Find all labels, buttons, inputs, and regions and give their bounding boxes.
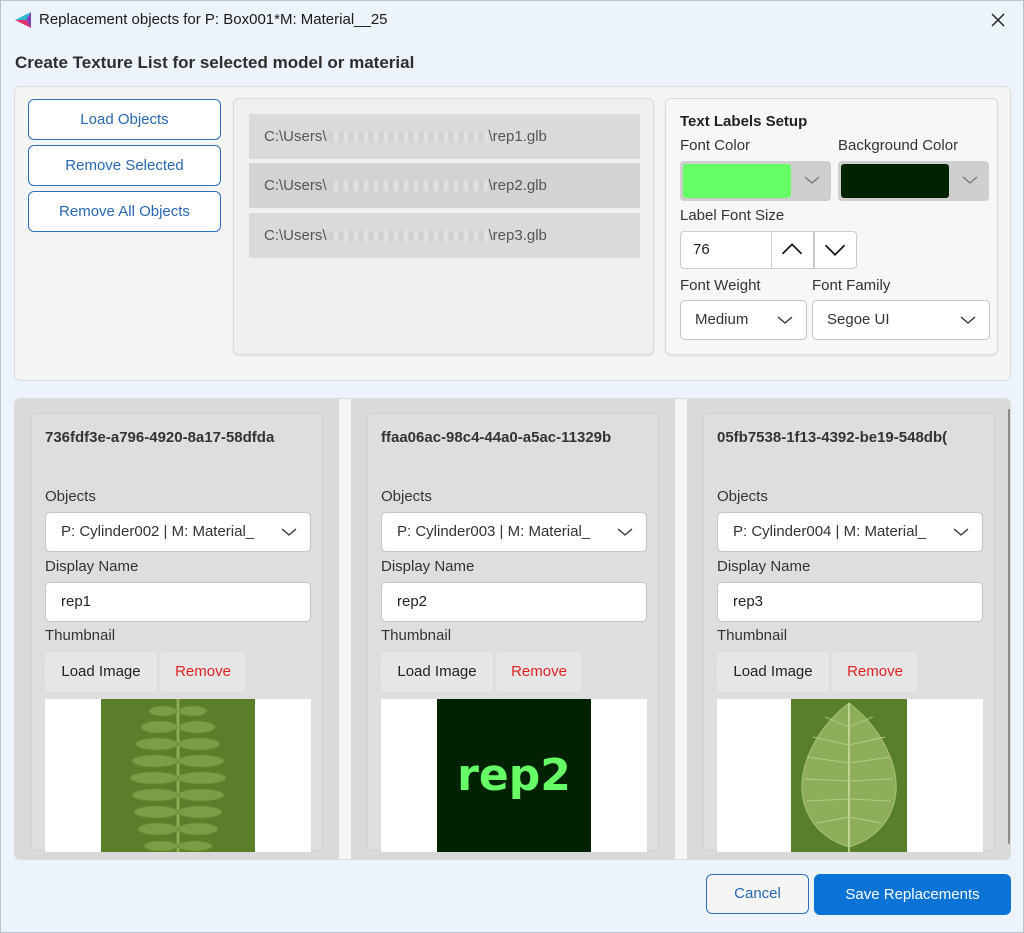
scrollbar[interactable] [1008, 409, 1010, 844]
display-name-label: Display Name [717, 558, 811, 575]
labels-setup-title: Text Labels Setup [680, 113, 808, 130]
window-title: Replacement objects for P: Box001*M: Mat… [39, 11, 388, 28]
background-color-picker[interactable] [838, 161, 989, 201]
background-color-swatch [841, 164, 949, 198]
file-item-rep3[interactable]: C:\Users\ \rep3.glb [249, 213, 640, 258]
chevron-down-icon [962, 176, 978, 184]
display-name-input[interactable]: rep2 [381, 582, 647, 622]
objects-label: Objects [45, 488, 96, 505]
card-column: ffaa06ac-98c4-44a0-a5ac-11329b Objects P… [351, 399, 675, 859]
file-path-prefix: C:\Users\ [264, 177, 327, 194]
display-name-label: Display Name [45, 558, 139, 575]
broad-leaf-image [791, 699, 907, 852]
file-list: C:\Users\ \rep1.glb C:\Users\ \rep2.glb C:… [233, 98, 654, 355]
remove-button[interactable]: Remove [832, 652, 918, 692]
objects-label: Objects [381, 488, 432, 505]
close-icon[interactable] [985, 7, 1011, 33]
thumbnail-label: Thumbnail [381, 627, 452, 644]
file-path-suffix: \rep3.glb [488, 227, 547, 244]
redacted-path [327, 181, 488, 192]
thumbnail-preview [717, 699, 983, 852]
thumbnail-label: Thumbnail [717, 627, 788, 644]
load-image-button[interactable]: Load Image [45, 652, 157, 692]
chevron-up-icon [781, 243, 803, 255]
remove-button[interactable]: Remove [496, 652, 582, 692]
file-path-suffix: \rep1.glb [488, 128, 547, 145]
font-weight-label: Font Weight [680, 277, 761, 294]
chevron-down-icon [777, 316, 793, 324]
card-column: 736fdf3e-a796-4920-8a17-58dfda Objects P… [15, 399, 339, 859]
file-path-prefix: C:\Users\ [264, 227, 327, 244]
display-name-input[interactable]: rep3 [717, 582, 983, 622]
objects-value: P: Cylinder002 | M: Material_ [61, 523, 255, 540]
replacement-cards-area[interactable]: 736fdf3e-a796-4920-8a17-58dfda Objects P… [14, 398, 1011, 860]
chevron-down-icon [617, 528, 633, 536]
display-name-label: Display Name [381, 558, 475, 575]
chevron-down-icon [804, 176, 820, 184]
file-item-rep2[interactable]: C:\Users\ \rep2.glb [249, 163, 640, 208]
font-family-label: Font Family [812, 277, 891, 294]
page-heading: Create Texture List for selected model o… [15, 53, 415, 72]
text-labels-setup-panel: Text Labels Setup Font Color Background … [665, 98, 998, 355]
card-id: ffaa06ac-98c4-44a0-a5ac-11329b [381, 429, 612, 446]
objects-label: Objects [717, 488, 768, 505]
thumbnail-label-text: rep2 [457, 750, 571, 801]
replacement-card: 736fdf3e-a796-4920-8a17-58dfda Objects P… [31, 413, 323, 852]
objects-select[interactable]: P: Cylinder003 | M: Material_ [381, 512, 647, 552]
chevron-down-icon [824, 244, 846, 256]
load-image-button[interactable]: Load Image [717, 652, 829, 692]
thumbnail-label: Thumbnail [45, 627, 116, 644]
label-font-size-label: Label Font Size [680, 207, 785, 224]
replacement-card: ffaa06ac-98c4-44a0-a5ac-11329b Objects P… [367, 413, 659, 852]
chevron-down-icon [960, 316, 976, 324]
objects-select[interactable]: P: Cylinder004 | M: Material_ [717, 512, 983, 552]
replacement-card: 05fb7538-1f13-4392-be19-548db( Objects P… [703, 413, 995, 852]
objects-value: P: Cylinder004 | M: Material_ [733, 523, 927, 540]
card-id: 736fdf3e-a796-4920-8a17-58dfda [45, 429, 275, 446]
title-bar: Replacement objects for P: Box001*M: Mat… [1, 1, 1023, 39]
app-logo-icon [15, 12, 31, 28]
text-label-image: rep2 [437, 699, 591, 852]
redacted-path [327, 231, 488, 242]
load-image-button[interactable]: Load Image [381, 652, 493, 692]
font-size-input[interactable]: 76 [680, 231, 772, 269]
font-weight-select[interactable]: Medium [680, 300, 807, 340]
chevron-down-icon [281, 528, 297, 536]
font-color-label: Font Color [680, 137, 751, 154]
thumbnail-preview: rep2 [381, 699, 647, 852]
card-id: 05fb7538-1f13-4392-be19-548db( [717, 429, 948, 446]
font-family-value: Segoe UI [827, 311, 890, 328]
increase-font-size-button[interactable] [771, 231, 814, 269]
font-family-select[interactable]: Segoe UI [812, 300, 990, 340]
remove-selected-button[interactable]: Remove Selected [28, 145, 221, 186]
dialog-window: Replacement objects for P: Box001*M: Mat… [0, 0, 1024, 933]
card-column: 05fb7538-1f13-4392-be19-548db( Objects P… [687, 399, 1010, 859]
chevron-down-icon [953, 528, 969, 536]
thumbnail-preview [45, 699, 311, 852]
save-replacements-button[interactable]: Save Replacements [814, 874, 1011, 915]
remove-all-objects-button[interactable]: Remove All Objects [28, 191, 221, 232]
display-name-input[interactable]: rep1 [45, 582, 311, 622]
file-item-rep1[interactable]: C:\Users\ \rep1.glb [249, 114, 640, 159]
objects-select[interactable]: P: Cylinder002 | M: Material_ [45, 512, 311, 552]
fern-leaf-image [101, 699, 255, 852]
font-weight-value: Medium [695, 311, 749, 328]
font-color-swatch [683, 164, 791, 198]
redacted-path [327, 132, 488, 143]
load-objects-button[interactable]: Load Objects [28, 99, 221, 140]
file-path-suffix: \rep2.glb [488, 177, 547, 194]
font-color-picker[interactable] [680, 161, 831, 201]
remove-button[interactable]: Remove [160, 652, 246, 692]
cancel-button[interactable]: Cancel [706, 874, 809, 914]
file-path-prefix: C:\Users\ [264, 128, 327, 145]
background-color-label: Background Color [838, 137, 959, 154]
objects-value: P: Cylinder003 | M: Material_ [397, 523, 591, 540]
decrease-font-size-button[interactable] [814, 231, 857, 269]
